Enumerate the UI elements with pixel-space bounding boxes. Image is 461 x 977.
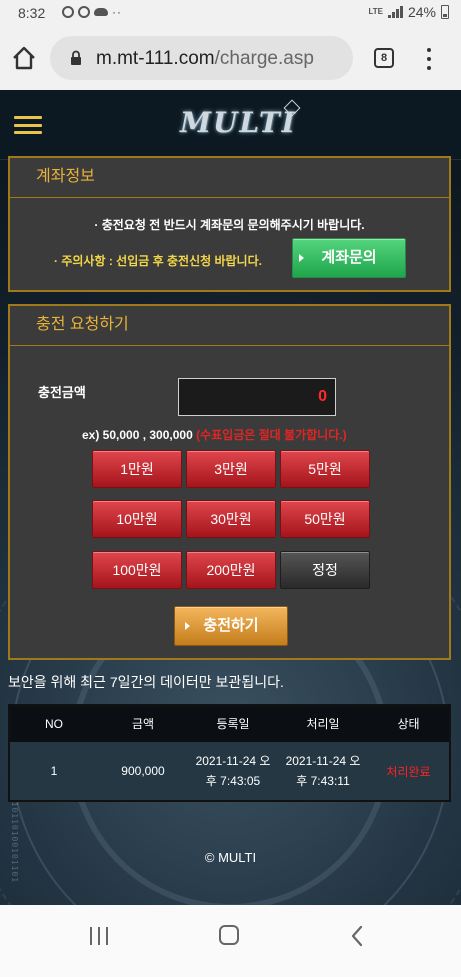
status-badge: 처리완료 [386,764,431,779]
charge-history-table: NO 금액 등록일 처리일 상태 1 900,000 2021-11-24 오 … [8,704,451,802]
status-bar: 8:32 ·· LTE 24% [0,0,461,26]
row-processed: 2021-11-24 오 후 7:43:11 [285,754,361,788]
account-inquiry-label: 계좌문의 [321,249,377,266]
arrow-right-icon [299,254,304,262]
recent-apps-icon[interactable] [90,927,108,945]
amount-button-30000[interactable]: 3만원 [186,450,276,488]
amount-button-300000[interactable]: 30만원 [186,500,276,538]
check-deposit-warning: (수표입금은 절대 불가합니다.) [196,428,347,442]
row-registered: 2021-11-24 오 후 7:43:05 [195,754,271,788]
table-header: NO 금액 등록일 처리일 상태 [10,706,449,742]
cloud-icon [94,8,108,16]
amount-button-500000[interactable]: 50만원 [280,500,370,538]
chrome-icon [78,6,90,18]
column-header: 처리일 [306,717,340,731]
decorative-binary: 1010110100101101 [10,790,19,884]
tab-switcher-button[interactable]: 8 [374,48,394,68]
url-domain: m.mt-111.com [96,48,215,69]
battery-icon [441,5,449,19]
page-content: 0101001010010110101010 1010110100101101 … [0,90,461,905]
amount-label: 충전금액 [38,385,86,400]
logo-text: MULTI [180,106,297,139]
account-notice: · 충전요청 전 반드시 계좌문의 문의해주시기 바랍니다. [94,218,365,232]
caution-notice: · 주의사항 : 선입금 후 충전신청 바랍니다. [54,254,262,268]
amount-input[interactable] [178,378,336,416]
account-info-title: 계좌정보 [10,158,449,198]
system-icons: LTE 24% [368,4,449,20]
home-icon[interactable] [10,44,38,72]
copyright: © MULTI [204,850,257,865]
retention-notice: 보안을 위해 최근 7일간의 데이터만 보관됩니다. [8,674,284,690]
address-bar[interactable]: m.mt-111.com/charge.asp [50,36,353,80]
url-path: /charge.asp [214,48,314,69]
site-header: MULTI [0,90,461,160]
table-row: 1 900,000 2021-11-24 오 후 7:43:05 2021-11… [10,742,449,800]
site-logo[interactable]: MULTI [180,99,301,146]
hamburger-menu-icon[interactable] [14,116,42,134]
row-no: 1 [50,764,58,778]
notification-icons: ·· [62,5,122,19]
amount-button-1000000[interactable]: 100만원 [92,551,182,589]
column-header: 상태 [397,717,420,731]
row-amount: 900,000 [121,764,165,778]
charge-submit-label: 충전하기 [203,617,259,634]
column-header: NO [45,717,63,731]
column-header: 등록일 [216,717,250,731]
battery-percent: 24% [407,4,436,20]
chrome-icon [62,6,74,18]
amount-button-50000[interactable]: 5만원 [280,450,370,488]
signal-icon [387,6,403,18]
browser-toolbar: m.mt-111.com/charge.asp 8 [0,26,461,90]
amount-button-2000000[interactable]: 200만원 [186,551,276,589]
more-menu-icon[interactable] [424,48,434,70]
back-icon[interactable] [350,924,364,948]
account-info-panel: 계좌정보 · 충전요청 전 반드시 계좌문의 문의해주시기 바랍니다. · 주의… [8,156,451,292]
status-time: 8:32 [18,5,46,21]
lock-icon [71,50,81,65]
amount-button-10000[interactable]: 1만원 [92,450,182,488]
charge-request-panel: 충전 요청하기 충전금액 ex) 50,000 , 300,000 (수표입금은… [8,304,451,660]
charge-request-title: 충전 요청하기 [10,306,449,346]
reset-button[interactable]: 정정 [280,551,370,589]
example-text: ex) 50,000 , 300,000 [82,428,193,442]
url-text: m.mt-111.com/charge.asp [96,48,314,70]
lte-icon: LTE [368,7,383,16]
more-notifications-icon: ·· [112,5,122,19]
amount-button-100000[interactable]: 10만원 [92,500,182,538]
home-nav-icon[interactable] [219,925,239,945]
system-nav-bar [0,905,461,977]
arrow-right-icon [185,622,190,630]
column-header: 금액 [131,717,155,731]
charge-submit-button[interactable]: 충전하기 [174,606,288,646]
amount-example: ex) 50,000 , 300,000 (수표입금은 절대 불가합니다.) [82,426,347,443]
account-inquiry-button[interactable]: 계좌문의 [292,238,406,278]
